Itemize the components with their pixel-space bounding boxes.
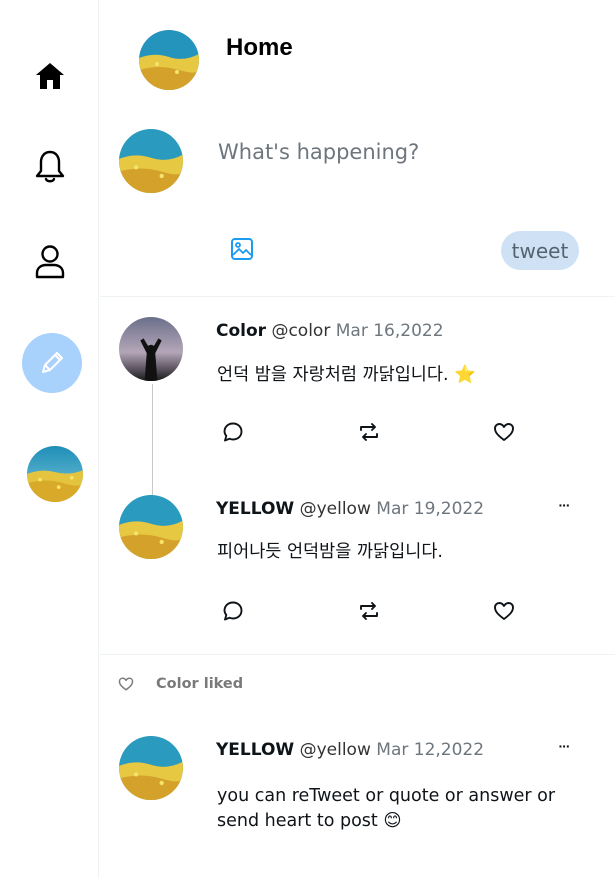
reply-icon — [223, 422, 243, 442]
retweet-icon — [360, 423, 378, 441]
retweet-button[interactable] — [356, 598, 382, 624]
tweet-author-handle[interactable]: @yellow — [300, 499, 371, 519]
tweet-text-line: send heart to post 😊 — [217, 811, 402, 831]
pencil-icon — [42, 352, 63, 373]
avatar — [27, 446, 83, 502]
tweet-avatar[interactable] — [119, 317, 183, 381]
reply-button[interactable] — [220, 598, 246, 624]
retweet-button[interactable] — [356, 419, 382, 445]
heart-icon — [118, 677, 134, 691]
more-icon: ··· — [558, 497, 571, 513]
tweet-author-handle[interactable]: @color — [271, 321, 330, 341]
compose-input[interactable] — [218, 132, 598, 172]
tweet-text: 피어나듯 언덕밤을 까닭입니다. — [217, 542, 443, 562]
like-button[interactable] — [491, 419, 517, 445]
nav-write-button[interactable] — [22, 333, 82, 393]
tweet-author-name[interactable]: Color — [216, 321, 266, 341]
nav-account-avatar[interactable] — [27, 446, 83, 502]
nav-home-button[interactable] — [26, 54, 74, 98]
more-options-button[interactable]: ··· — [552, 738, 576, 754]
like-button[interactable] — [491, 598, 517, 624]
compose-avatar — [119, 129, 183, 193]
tweet-header: Color @color Mar 16,2022 — [216, 321, 444, 341]
tweet-date: Mar 16,2022 — [335, 321, 444, 341]
tweet-text-line: you can reTweet or quote or answer or — [217, 786, 556, 806]
tweet-author-name[interactable]: YELLOW — [216, 499, 294, 519]
nav-profile-button[interactable] — [26, 240, 74, 284]
liked-indicator: Color liked — [118, 676, 243, 692]
tweet-author-name[interactable]: YELLOW — [216, 740, 294, 760]
divider — [100, 296, 615, 297]
tweet-avatar[interactable] — [119, 736, 183, 800]
retweet-icon — [360, 602, 378, 620]
user-icon — [35, 245, 65, 279]
tweet-header: YELLOW @yellow Mar 12,2022 — [216, 740, 484, 760]
tweet-button[interactable]: tweet — [501, 231, 579, 270]
tweet-author-handle[interactable]: @yellow — [300, 740, 371, 760]
tweet-text: 언덕 밤을 자랑처럼 까닭입니다. ⭐ — [217, 365, 476, 385]
liked-by-label[interactable]: Color liked — [156, 676, 243, 692]
header-avatar[interactable] — [139, 30, 199, 90]
main-timeline: Home tweet Color — [100, 0, 615, 878]
thread-connector — [152, 384, 153, 496]
tweet-date: Mar 12,2022 — [376, 740, 485, 760]
home-icon — [36, 63, 64, 89]
image-icon — [231, 238, 253, 260]
page-title: Home — [226, 34, 293, 61]
tweet-avatar[interactable] — [119, 495, 183, 559]
more-icon: ··· — [558, 738, 571, 754]
heart-icon — [494, 602, 514, 620]
divider — [100, 654, 615, 655]
left-nav-rail — [0, 0, 99, 878]
tweet-header: YELLOW @yellow Mar 19,2022 — [216, 499, 484, 519]
heart-icon — [494, 423, 514, 441]
reply-button[interactable] — [220, 419, 246, 445]
add-media-button[interactable] — [227, 234, 257, 264]
reply-icon — [223, 601, 243, 621]
bell-icon — [35, 150, 65, 183]
tweet-date: Mar 19,2022 — [376, 499, 485, 519]
nav-notifications-button[interactable] — [26, 145, 74, 189]
more-options-button[interactable]: ··· — [552, 497, 576, 513]
